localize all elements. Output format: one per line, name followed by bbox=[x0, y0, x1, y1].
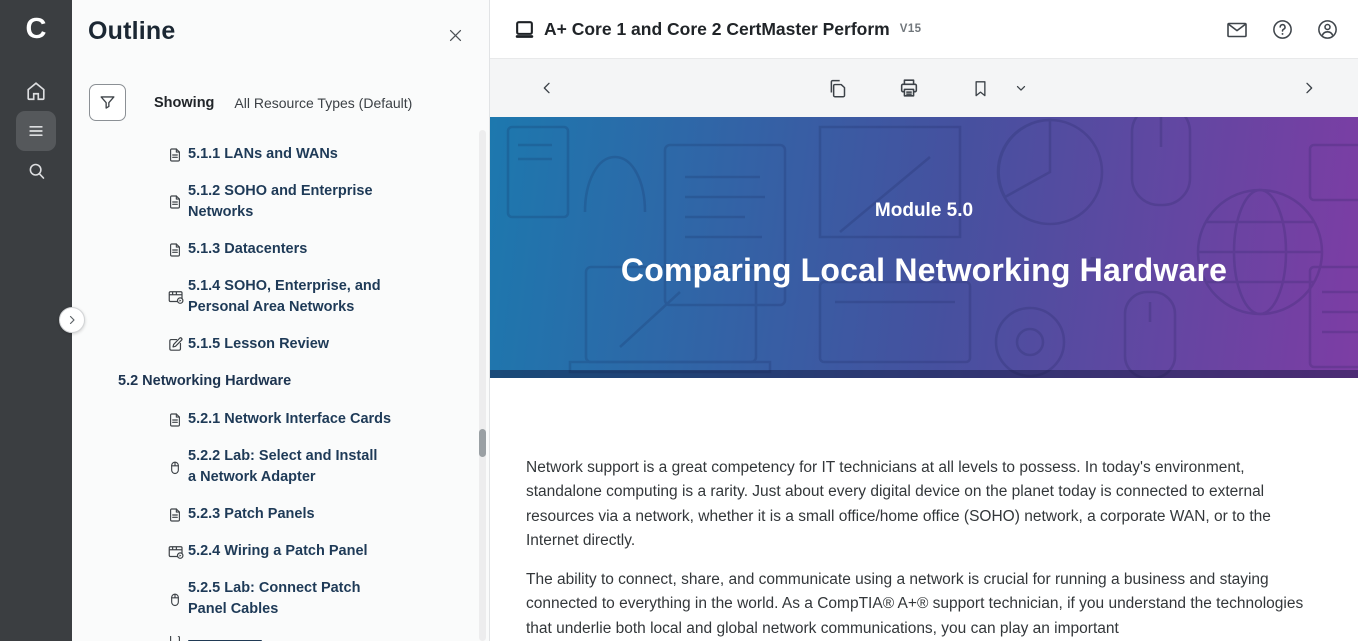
filter-button[interactable] bbox=[89, 84, 126, 121]
menu-icon bbox=[26, 121, 46, 141]
banner-bottom-strip bbox=[490, 370, 1358, 378]
tech-pattern-illustration bbox=[490, 117, 1358, 378]
paragraph: Network support is a great competency fo… bbox=[526, 456, 1311, 553]
account-button[interactable] bbox=[1314, 17, 1340, 43]
course-version: V15 bbox=[900, 23, 922, 35]
lesson-body: Network support is a great competency fo… bbox=[490, 378, 1358, 641]
document-icon bbox=[167, 636, 188, 641]
list-item-label: 5.2.3 Patch Panels bbox=[188, 504, 315, 525]
document-icon bbox=[167, 412, 188, 428]
outline-title: Outline bbox=[88, 17, 176, 46]
lab-mouse-icon bbox=[167, 459, 188, 476]
home-button[interactable] bbox=[16, 71, 56, 111]
help-icon bbox=[1271, 18, 1294, 41]
bookmark-icon bbox=[971, 79, 990, 98]
bookmark-menu-button[interactable] bbox=[1006, 73, 1036, 103]
section-label: 5.2 Networking Hardware bbox=[118, 373, 291, 389]
chevron-left-icon bbox=[539, 80, 555, 96]
chevron-down-icon bbox=[1014, 81, 1028, 95]
list-item[interactable]: 5.1.3 Datacenters bbox=[72, 239, 417, 260]
document-icon bbox=[167, 242, 188, 258]
outline-panel: Outline Showing All Resource Types (Defa… bbox=[72, 0, 490, 641]
list-item[interactable]: 5.2.3 Patch Panels bbox=[72, 504, 417, 525]
list-item[interactable]: 5.1.2 SOHO and Enterprise Networks bbox=[72, 181, 392, 223]
comptia-logo: C bbox=[0, 8, 72, 50]
video-icon bbox=[167, 288, 188, 306]
module-title: Comparing Local Networking Hardware bbox=[490, 252, 1358, 289]
book-icon bbox=[514, 19, 535, 40]
app-header: A+ Core 1 and Core 2 CertMaster Perform … bbox=[490, 0, 1358, 59]
video-icon bbox=[167, 543, 188, 561]
list-item[interactable]: 5.2.1 Network Interface Cards bbox=[72, 409, 417, 430]
filter-row: Showing All Resource Types (Default) bbox=[89, 84, 412, 121]
list-item[interactable]: 5.2.5 Lab: Connect Patch Panel Cables bbox=[72, 578, 397, 620]
module-number: Module 5.0 bbox=[490, 200, 1358, 222]
profile-icon bbox=[1316, 18, 1339, 41]
copy-icon bbox=[827, 78, 848, 99]
panel-collapse-toggle[interactable] bbox=[59, 307, 85, 333]
chevron-right-icon bbox=[66, 314, 78, 326]
list-item[interactable]: 5.2.2 Lab: Select and Install a Network … bbox=[72, 446, 384, 488]
document-icon bbox=[167, 194, 188, 210]
outline-scrollbar-track[interactable] bbox=[479, 130, 486, 641]
filter-showing-label: Showing bbox=[154, 95, 214, 111]
bookmark-button[interactable] bbox=[965, 73, 995, 103]
list-item-label: 5.1.3 Datacenters bbox=[188, 239, 307, 260]
list-item-label: 5.1.1 LANs and WANs bbox=[188, 144, 338, 165]
funnel-icon bbox=[98, 93, 117, 112]
list-item-label: 5.2.1 Network Interface Cards bbox=[188, 409, 391, 430]
module-banner: Module 5.0 Comparing Local Networking Ha… bbox=[490, 117, 1358, 378]
document-icon bbox=[167, 507, 188, 523]
main-content-area: A+ Core 1 and Core 2 CertMaster Perform … bbox=[490, 0, 1358, 641]
course-title: A+ Core 1 and Core 2 CertMaster Perform bbox=[544, 19, 890, 40]
paragraph: The ability to connect, share, and commu… bbox=[526, 568, 1311, 641]
list-item-label: 5.2.4 Wiring a Patch Panel bbox=[188, 541, 368, 562]
search-button[interactable] bbox=[16, 151, 56, 191]
next-page-button[interactable] bbox=[1294, 73, 1324, 103]
copy-button[interactable] bbox=[822, 73, 852, 103]
list-item-label: 5.1.2 SOHO and Enterprise Networks bbox=[188, 181, 392, 223]
previous-page-button[interactable] bbox=[532, 73, 562, 103]
list-item-partial[interactable] bbox=[72, 636, 472, 641]
list-item[interactable]: 5.1.4 SOHO, Enterprise, and Personal Are… bbox=[72, 276, 390, 318]
mail-icon bbox=[1225, 18, 1249, 42]
list-item-label: 5.2.2 Lab: Select and Install a Network … bbox=[188, 446, 384, 488]
help-button[interactable] bbox=[1269, 17, 1295, 43]
list-item-label: 5.1.5 Lesson Review bbox=[188, 334, 329, 355]
print-icon bbox=[898, 77, 920, 99]
print-button[interactable] bbox=[894, 73, 924, 103]
outline-scrollbar-thumb[interactable] bbox=[479, 429, 486, 457]
document-icon bbox=[167, 147, 188, 163]
content-toolbar bbox=[490, 59, 1358, 117]
list-item[interactable]: 5.1.5 Lesson Review bbox=[72, 334, 417, 355]
chevron-right-icon bbox=[1301, 80, 1317, 96]
edit-icon bbox=[167, 336, 188, 353]
lab-mouse-icon bbox=[167, 591, 188, 608]
app-window: C Outline bbox=[0, 0, 1358, 641]
home-icon bbox=[25, 80, 47, 102]
messages-button[interactable] bbox=[1224, 17, 1250, 43]
outline-list: 5.1.1 LANs and WANs 5.1.2 SOHO and Enter… bbox=[72, 144, 472, 641]
section-header[interactable]: 5.2 Networking Hardware bbox=[72, 371, 472, 392]
search-icon bbox=[26, 161, 47, 182]
list-item[interactable]: 5.1.1 LANs and WANs bbox=[72, 144, 417, 165]
list-item[interactable]: 5.2.4 Wiring a Patch Panel bbox=[72, 541, 417, 562]
outline-toggle-button[interactable] bbox=[16, 111, 56, 151]
filter-value: All Resource Types (Default) bbox=[234, 95, 412, 111]
close-outline-button[interactable] bbox=[442, 22, 468, 48]
header-actions bbox=[1224, 0, 1340, 59]
list-item-label: 5.2.5 Lab: Connect Patch Panel Cables bbox=[188, 578, 397, 620]
list-item-label: 5.1.4 SOHO, Enterprise, and Personal Are… bbox=[188, 276, 390, 318]
close-icon bbox=[447, 27, 464, 44]
